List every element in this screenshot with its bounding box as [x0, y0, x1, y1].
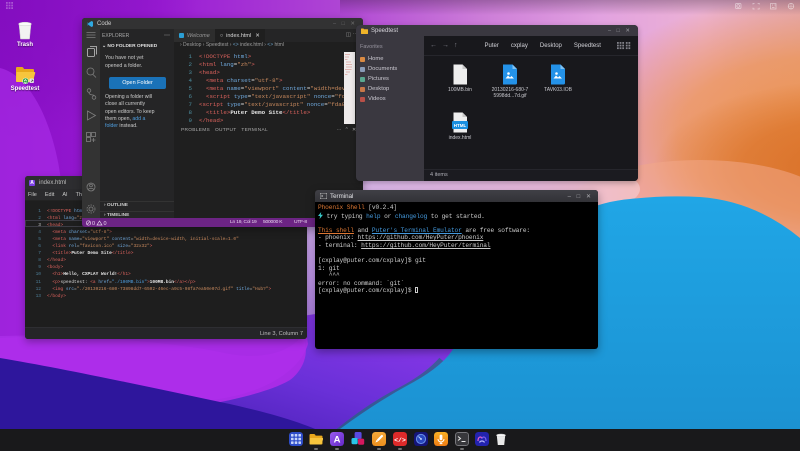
svg-text:A: A [334, 435, 341, 446]
svg-text:HTML: HTML [454, 123, 467, 128]
svg-text:</>: </> [394, 437, 406, 444]
svg-text:0: 0 [92, 221, 95, 226]
svg-text:0: 0 [104, 221, 107, 226]
